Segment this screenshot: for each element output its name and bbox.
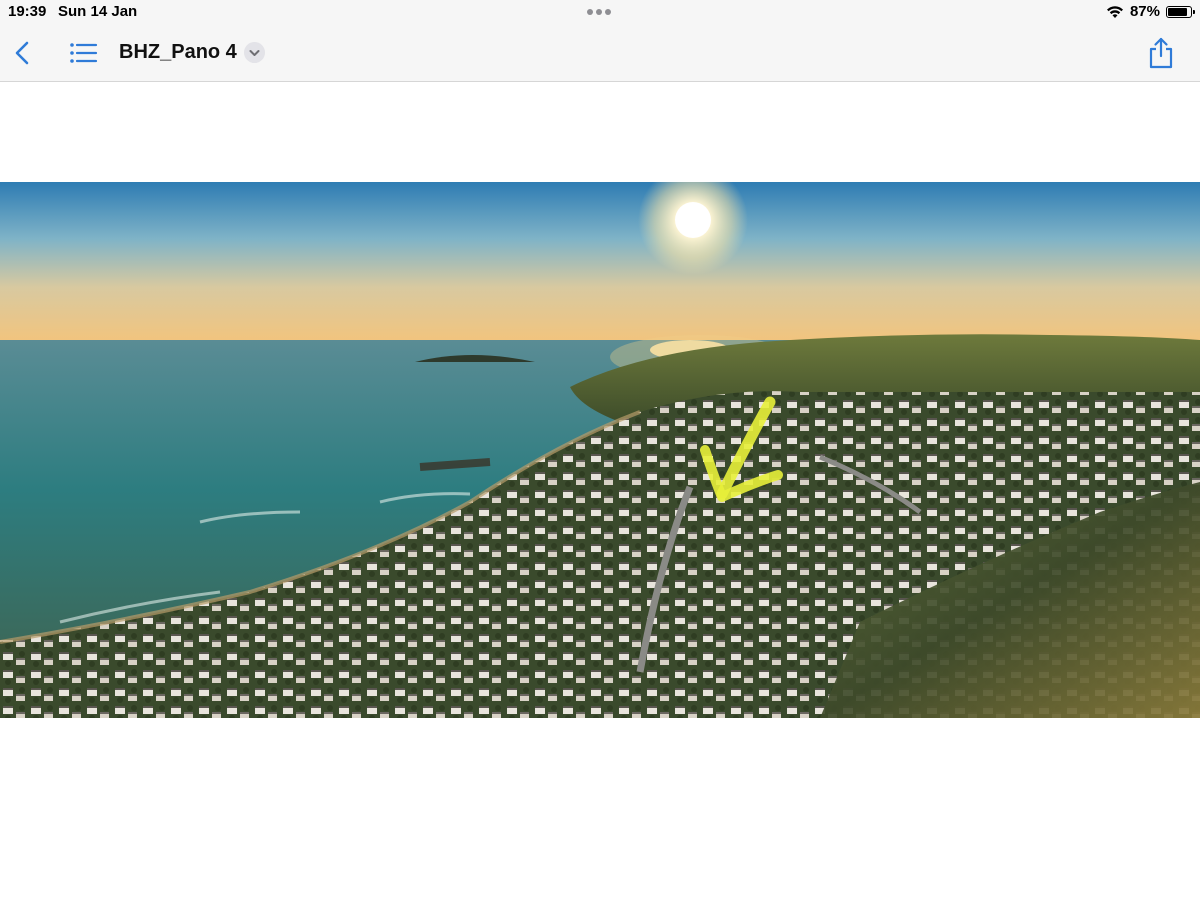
status-right: 87% [1106,3,1195,20]
status-time: 19:39 [8,3,47,20]
battery-fill [1168,7,1188,16]
battery-percent: 87% [1129,3,1160,20]
battery-icon [1166,5,1195,18]
share-icon[interactable] [1146,36,1176,70]
sky [0,182,1200,344]
document-content[interactable] [0,82,1200,900]
panorama-image[interactable] [0,182,1200,718]
list-icon[interactable] [68,40,98,66]
status-bar: 19:39 Sun 14 Jan 87% [0,0,1200,24]
status-date: Sun 14 Jan [58,3,138,20]
chevron-down-icon[interactable] [244,42,265,63]
nav-bar: BHZ_Pano 4 [0,24,1200,82]
document-title[interactable]: BHZ_Pano 4 [119,41,237,64]
chevron-left-icon[interactable] [10,38,36,68]
wifi-icon [1106,5,1123,18]
multitasking-dots-icon[interactable] [587,9,611,15]
